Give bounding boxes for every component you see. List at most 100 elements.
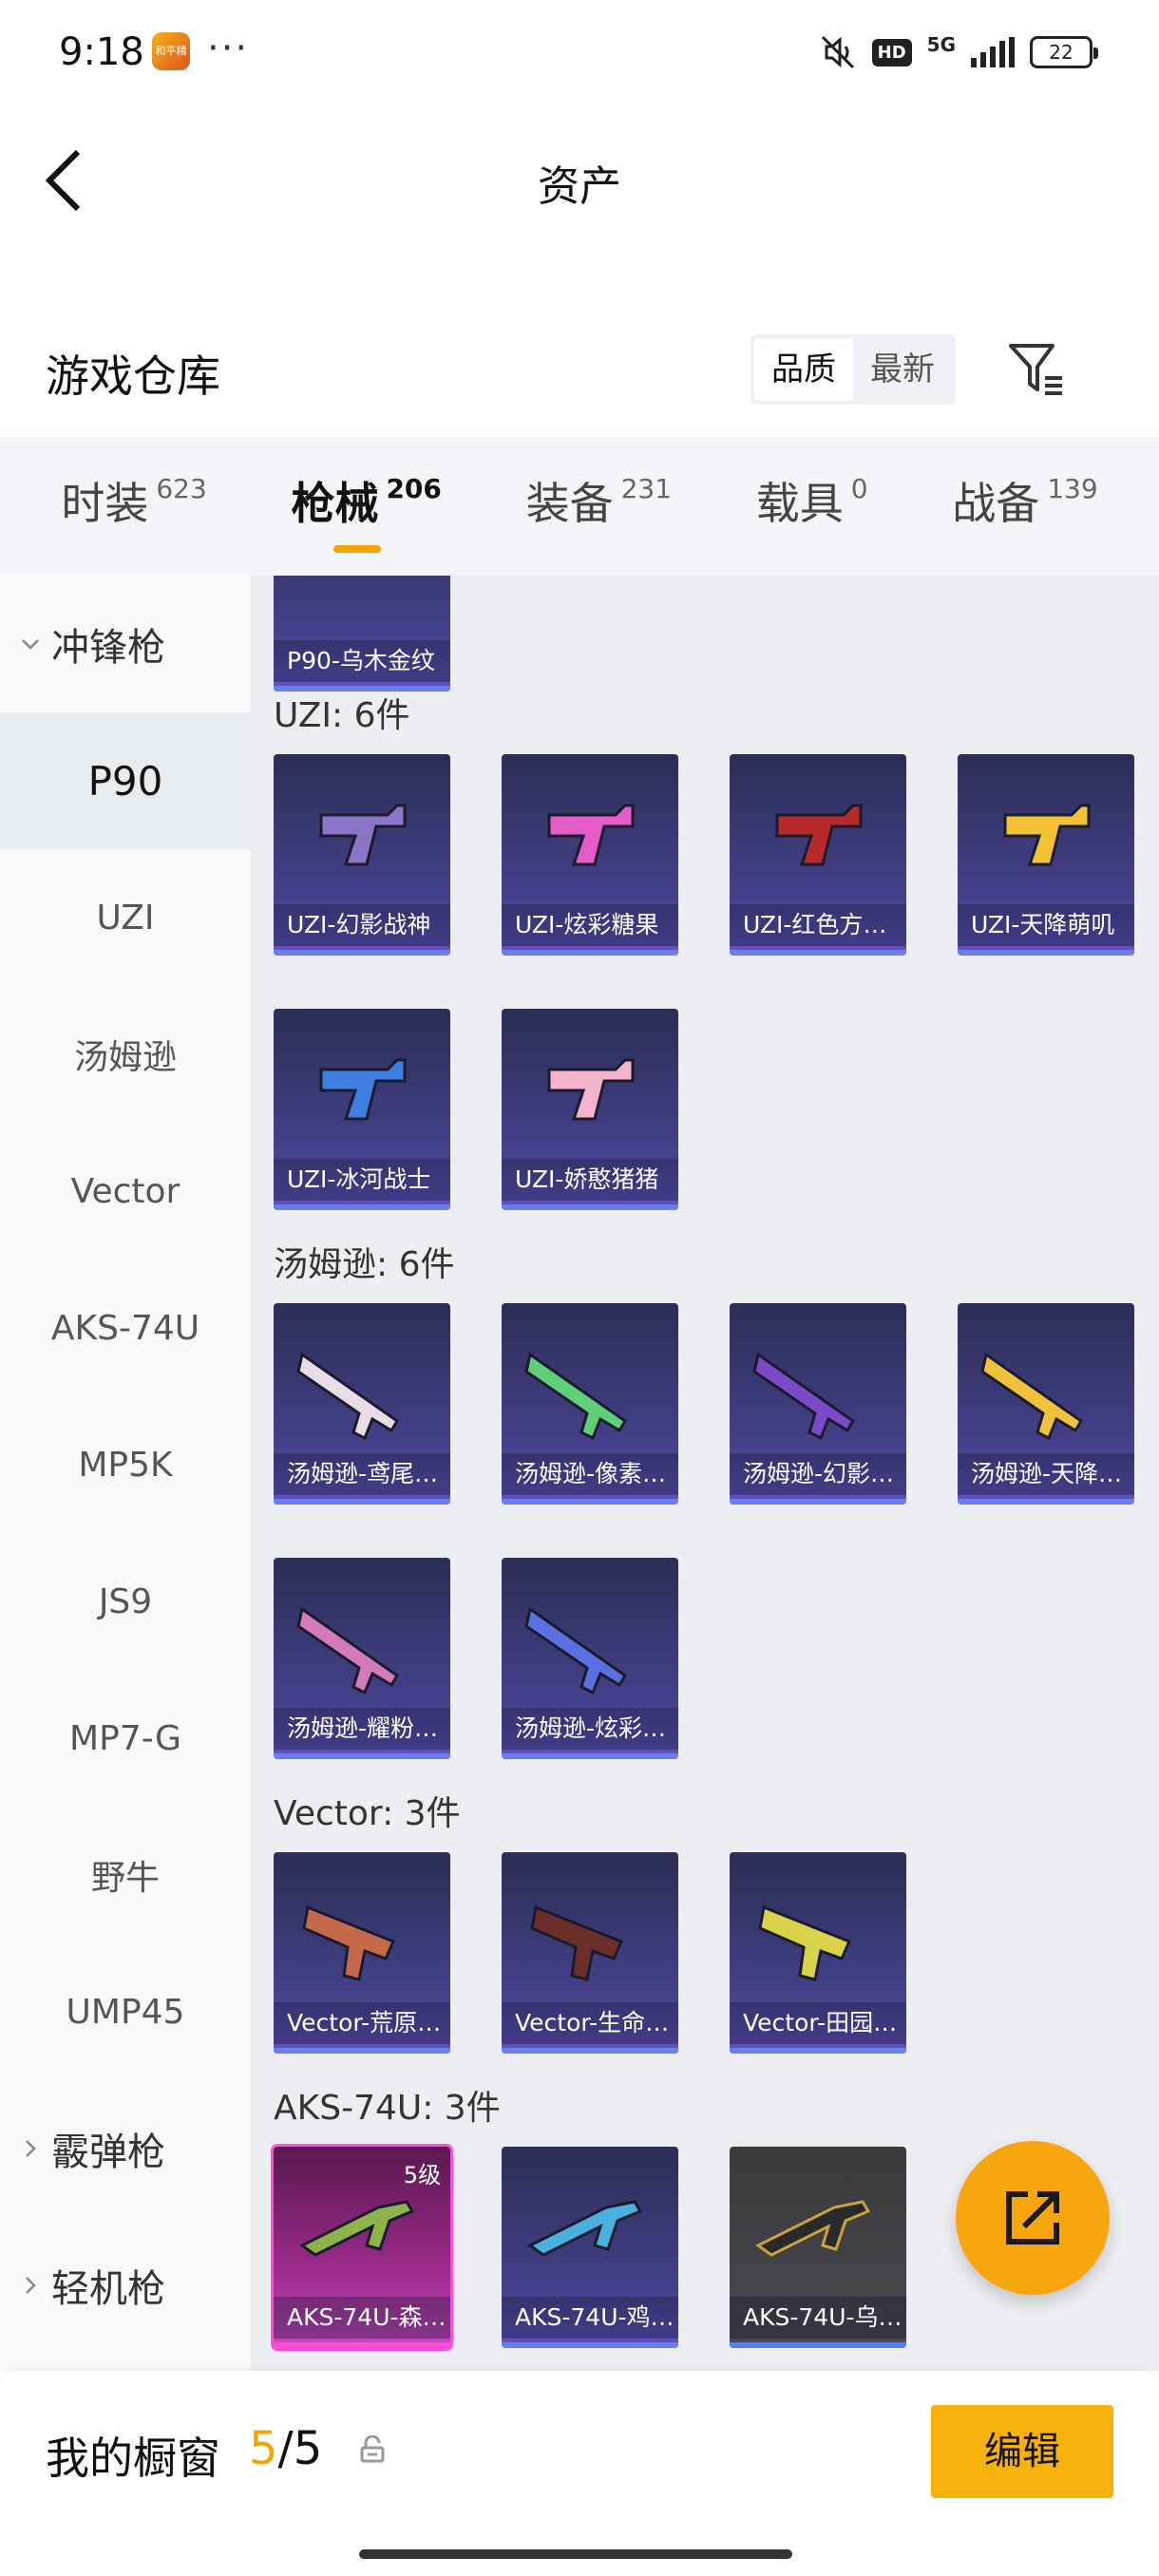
sidebar-group-lmg[interactable]: 轻机枪	[0, 2217, 251, 2354]
chevron-right-icon	[26, 2140, 36, 2157]
active-tab-indicator	[332, 545, 381, 553]
weapon-card-label: 汤姆逊-鸢尾…	[274, 1453, 450, 1495]
tab-vehicles[interactable]: 载具 0	[756, 469, 868, 543]
weapon-card-label: UZI-幻影战神	[274, 904, 450, 946]
sidebar-item-mp7g[interactable]: MP7-G	[0, 1670, 251, 1807]
sort-newest-button[interactable]: 最新	[853, 338, 952, 401]
weapon-card[interactable]: 汤姆逊-耀粉…	[274, 1558, 450, 1759]
thompson-skin-icon	[296, 1352, 400, 1441]
share-button[interactable]	[956, 2141, 1110, 2295]
tab-count: 206	[386, 473, 442, 504]
weapon-card-label: 汤姆逊-幻影…	[730, 1453, 906, 1495]
tab-supplies[interactable]: 战备 139	[952, 469, 1097, 543]
chevron-down-icon	[22, 639, 39, 650]
weapon-card-label: AKS-74U-乌…	[730, 2297, 906, 2339]
tab-label: 枪械	[291, 478, 379, 529]
sidebar-item-p90[interactable]: P90	[0, 712, 251, 849]
weapon-card-label: 汤姆逊-天降…	[958, 1453, 1134, 1495]
thompson-skin-icon	[752, 1352, 856, 1441]
weapon-card-label: UZI-娇憨猪猪	[502, 1159, 678, 1201]
weapon-card[interactable]: AKS-74U-乌…	[730, 2147, 906, 2348]
battery-icon: 22	[1030, 36, 1098, 68]
sidebar-item-ump45[interactable]: UMP45	[0, 1943, 251, 2080]
signal-icon	[971, 37, 1015, 67]
status-time: 9:18	[59, 30, 144, 74]
weapon-grid: P90-乌木金纹 UZI: 6件 UZI-幻影战神 UZI-炫彩糖果 UZI-红…	[251, 576, 1159, 2371]
weapon-card[interactable]: 汤姆逊-像素…	[502, 1303, 678, 1505]
weapon-card[interactable]: UZI-红色方…	[730, 754, 906, 956]
edit-button[interactable]: 编辑	[931, 2405, 1113, 2498]
tab-equipment[interactable]: 装备 231	[526, 469, 672, 543]
tab-label: 载具	[755, 478, 844, 529]
sidebar-group-label: 冲锋枪	[51, 626, 165, 670]
vector-skin-icon	[530, 1904, 624, 1981]
section-title-uzi: UZI: 6件	[274, 696, 410, 735]
thompson-skin-icon	[524, 1606, 628, 1695]
weapon-card-label: AKS-74U-鸡…	[502, 2297, 678, 2339]
hd-voice-icon: HD	[871, 38, 912, 66]
weapon-card[interactable]: UZI-天降萌叽	[958, 754, 1134, 956]
weapon-card-label: P90-乌木金纹	[274, 640, 450, 682]
sidebar-group-label: 霰弹枪	[51, 2131, 165, 2174]
vector-skin-icon	[302, 1904, 396, 1981]
tab-count: 231	[620, 473, 673, 504]
uzi-skin-icon	[547, 1058, 635, 1121]
mute-vibrate-icon	[821, 35, 854, 69]
sidebar-item-vector[interactable]: Vector	[0, 1123, 251, 1260]
sidebar-item-aks74u[interactable]: AKS-74U	[0, 1260, 251, 1396]
weapon-card[interactable]: 汤姆逊-天降…	[958, 1303, 1134, 1505]
sidebar-item-uzi[interactable]: UZI	[0, 849, 251, 986]
weapon-card[interactable]: P90-乌木金纹	[274, 576, 450, 691]
weapon-card-label: UZI-红色方…	[730, 904, 906, 946]
vector-skin-icon	[758, 1904, 852, 1981]
status-bar: 9:18 和平精英 ··· HD 5G 22	[0, 0, 1159, 104]
section-title-thompson: 汤姆逊: 6件	[274, 1245, 455, 1284]
aks74u-skin-icon	[755, 2200, 871, 2257]
sort-quality-button[interactable]: 品质	[754, 338, 853, 401]
tab-label: 战备	[952, 478, 1040, 529]
sort-toggle: 品质 最新	[750, 334, 956, 405]
showcase-count: 5/5	[249, 2422, 322, 2475]
weapon-card[interactable]: Vector-田园…	[730, 1852, 906, 2054]
weapon-card[interactable]: UZI-炫彩糖果	[502, 754, 678, 956]
weapon-card[interactable]: UZI-幻影战神	[274, 754, 450, 956]
filter-icon[interactable]	[1007, 340, 1068, 401]
warehouse-header: 游戏仓库 品质 最新	[0, 313, 1159, 427]
tab-label: 装备	[525, 478, 614, 529]
aks74u-skin-icon	[299, 2200, 415, 2257]
sidebar-item-mp5k[interactable]: MP5K	[0, 1396, 251, 1533]
weapon-card-label: 汤姆逊-像素…	[502, 1453, 678, 1495]
weapon-card-label: AKS-74U-森…	[274, 2297, 450, 2339]
weapon-card[interactable]: AKS-74U-鸡…	[502, 2147, 678, 2348]
weapon-card[interactable]: 汤姆逊-炫彩…	[502, 1558, 678, 1759]
chevron-right-icon	[26, 2277, 36, 2294]
weapon-card[interactable]: UZI-冰河战士	[274, 1009, 450, 1210]
weapon-card-label: 汤姆逊-炫彩…	[502, 1708, 678, 1750]
lock-icon	[360, 2435, 385, 2463]
thompson-skin-icon	[296, 1606, 400, 1695]
weapon-card[interactable]: 汤姆逊-幻影…	[730, 1303, 906, 1505]
tab-fashion[interactable]: 时装 623	[61, 469, 206, 543]
weapon-type-sidebar: 冲锋枪 P90 UZI 汤姆逊 Vector AKS-74U MP5K JS9 …	[0, 576, 251, 2371]
network-type: 5G	[926, 33, 956, 56]
weapon-card[interactable]: Vector-生命…	[502, 1852, 678, 2054]
sidebar-item-thompson[interactable]: 汤姆逊	[0, 986, 251, 1123]
status-icons: HD 5G 22	[819, 32, 1098, 72]
weapon-card[interactable]: 5级 AKS-74U-森…	[271, 2144, 453, 2351]
weapon-card[interactable]: 汤姆逊-鸢尾…	[274, 1303, 450, 1505]
showcase-count-current: 5	[249, 2422, 278, 2475]
category-tabs: 时装 623 枪械 206 装备 231 载具 0 战备 139	[0, 437, 1159, 576]
tab-firearms[interactable]: 枪械 206	[291, 469, 442, 553]
sidebar-group-shotgun[interactable]: 霰弹枪	[0, 2080, 251, 2217]
weapon-card[interactable]: UZI-娇憨猪猪	[502, 1009, 678, 1210]
aks74u-skin-icon	[527, 2200, 643, 2257]
weapon-card-label: Vector-荒原…	[274, 2002, 450, 2044]
sidebar-item-bizon[interactable]: 野牛	[0, 1807, 251, 1943]
uzi-skin-icon	[775, 804, 863, 866]
sidebar-item-js9[interactable]: JS9	[0, 1533, 251, 1670]
app-header: 资产	[0, 104, 1159, 256]
weapon-card[interactable]: Vector-荒原…	[274, 1852, 450, 2054]
app-notification-icon: 和平精英	[152, 32, 190, 95]
sidebar-group-smg[interactable]: 冲锋枪	[0, 576, 251, 712]
home-indicator[interactable]	[359, 2549, 792, 2559]
